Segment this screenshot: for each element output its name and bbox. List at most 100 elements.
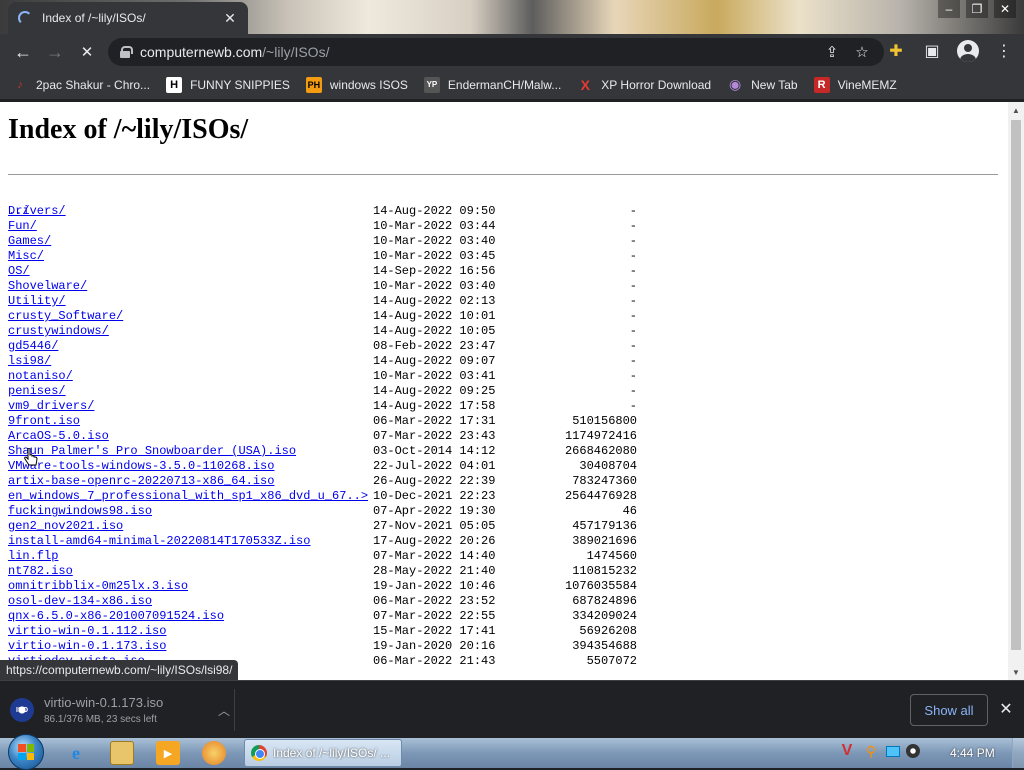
scroll-up-arrow-icon[interactable]: ▲ <box>1008 102 1024 118</box>
file-link[interactable]: virtio-win-0.1.112.iso <box>8 624 166 639</box>
download-item[interactable]: ISO virtio-win-0.1.173.iso 86.1/376 MB, … <box>10 689 235 731</box>
display-tray-icon[interactable] <box>886 745 900 757</box>
file-link[interactable]: 9front.iso <box>8 414 80 429</box>
side-panel-icon[interactable]: ▣ <box>918 37 946 65</box>
file-link[interactable]: virtio-win-0.1.173.iso <box>8 639 166 654</box>
windows-logo-icon <box>18 744 34 760</box>
table-row: vm9_drivers/14-Aug-2022 17:58 - <box>8 399 1000 414</box>
tab-index-of-isos[interactable]: Index of /~lily/ISOs/ ✕ <box>8 2 248 34</box>
bookmark-windows-isos[interactable]: PH windows ISOS <box>305 76 408 93</box>
file-link[interactable]: VMware-tools-windows-3.5.0-110268.iso <box>8 459 274 474</box>
ph-favicon-icon: PH <box>305 76 322 93</box>
bookmark-2pac[interactable]: ♪ 2pac Shakur - Chro... <box>12 77 150 93</box>
bookmark-star-icon[interactable]: ☆ <box>852 43 872 61</box>
download-progress: 86.1/376 MB, 23 secs left <box>44 714 157 725</box>
file-link[interactable]: fuckingwindows98.iso <box>8 504 152 519</box>
lock-icon[interactable] <box>120 46 133 58</box>
file-link[interactable]: nt782.iso <box>8 564 73 579</box>
file-link[interactable]: gd5446/ <box>8 339 58 354</box>
close-window-button[interactable]: ✕ <box>994 0 1016 18</box>
parent-directory-row: ../ <box>8 189 1000 218</box>
stop-loading-button[interactable]: ✕ <box>72 37 102 67</box>
profile-button[interactable] <box>954 37 982 65</box>
modified-date: 10-Mar-2022 03:40 <box>373 279 496 293</box>
file-size: - <box>629 384 637 398</box>
file-link[interactable]: Shaun Palmer's Pro Snowboarder (USA).iso <box>8 444 296 459</box>
bookmark-vinememz[interactable]: R VineMEMZ <box>813 76 897 93</box>
modified-date: 14-Aug-2022 09:50 <box>373 204 496 218</box>
file-link[interactable]: gen2_nov2021.iso <box>8 519 123 534</box>
file-size: 56926208 <box>579 624 637 638</box>
bookmark-endermanch[interactable]: YP EndermanCH/Malw... <box>423 76 561 93</box>
file-size: 2564476928 <box>564 489 637 503</box>
media-player-icon[interactable]: ▶ <box>156 741 180 765</box>
audio-tray-icon[interactable] <box>906 744 920 758</box>
table-row: virtio-win-0.1.173.iso 19-Jan-2020 20:16 3… <box>8 639 1000 654</box>
show-all-button[interactable]: Show all <box>910 694 988 726</box>
bookmark-xp-horror[interactable]: X XP Horror Download <box>577 76 712 93</box>
modified-date: 10-Dec-2021 22:23 <box>373 489 496 503</box>
file-link[interactable]: Utility/ <box>8 294 66 309</box>
x-favicon-icon: X <box>580 76 590 93</box>
file-link[interactable]: omnitribblix-0m25lx.3.iso <box>8 579 188 594</box>
url-domain: computernewb.com <box>140 44 263 60</box>
chrome-icon <box>251 745 267 761</box>
paint-icon[interactable] <box>202 741 226 765</box>
file-link[interactable]: Shovelware/ <box>8 279 87 294</box>
show-desktop-button[interactable] <box>1012 738 1024 768</box>
file-link[interactable]: penises/ <box>8 384 66 399</box>
scroll-thumb[interactable] <box>1011 120 1021 650</box>
address-bar[interactable]: computernewb.com/~lily/ISOs/ ⇪ ☆ <box>108 38 884 66</box>
menu-icon[interactable]: ⋮ <box>990 37 1018 65</box>
bookmark-label: New Tab <box>751 77 798 92</box>
file-link[interactable]: qnx-6.5.0-x86-201007091524.iso <box>8 609 224 624</box>
table-row: VMware-tools-windows-3.5.0-110268.iso 22-… <box>8 459 1000 474</box>
browser-toolbar: ← → ✕ computernewb.com/~lily/ISOs/ ⇪ ☆ ✚… <box>0 34 1024 70</box>
file-size: - <box>629 399 637 413</box>
table-row: lsi98/14-Aug-2022 09:07 - <box>8 354 1000 369</box>
modified-date: 10-Mar-2022 03:41 <box>373 369 496 383</box>
maximize-button[interactable]: ❐ <box>966 0 988 18</box>
file-link[interactable]: artix-base-openrc-20220713-x86_64.iso <box>8 474 274 489</box>
url-text[interactable]: computernewb.com/~lily/ISOs/ <box>140 44 812 60</box>
close-shelf-icon[interactable]: ✕ <box>996 699 1016 719</box>
share-icon[interactable]: ⇪ <box>822 43 842 61</box>
vertical-scrollbar[interactable]: ▲ ▼ <box>1008 102 1024 680</box>
file-link[interactable]: OS/ <box>8 264 30 279</box>
explorer-icon[interactable] <box>110 741 134 765</box>
file-link[interactable]: Drivers/ <box>8 204 66 219</box>
file-link[interactable]: Fun/ <box>8 219 37 234</box>
bookmark-funny-snippies[interactable]: H FUNNY SNIPPIES <box>166 76 290 93</box>
start-button[interactable] <box>8 734 44 770</box>
extensions-icon[interactable]: ✚ <box>882 37 910 65</box>
minimize-button[interactable]: – <box>938 0 960 18</box>
file-link[interactable]: lsi98/ <box>8 354 51 369</box>
chevron-up-icon[interactable]: ︿ <box>214 702 234 719</box>
vivaldi-tray-icon[interactable]: V <box>838 742 856 760</box>
file-link[interactable]: install-amd64-minimal-20220814T170533Z.i… <box>8 534 310 549</box>
taskbar-chrome-window[interactable]: Index of /~lily/ISOs/ ... <box>244 739 402 767</box>
ie-icon[interactable]: e <box>64 741 88 765</box>
back-button[interactable]: ← <box>8 37 38 67</box>
forward-button[interactable]: → <box>40 37 70 67</box>
file-link[interactable]: lin.flp <box>8 549 58 564</box>
table-row: artix-base-openrc-20220713-x86_64.iso 26-… <box>8 474 1000 489</box>
bookmark-new-tab[interactable]: ◉ New Tab <box>727 76 798 93</box>
file-link[interactable]: crustywindows/ <box>8 324 109 339</box>
magnifier-tray-icon[interactable]: ⚲ <box>862 742 880 760</box>
taskbar-clock[interactable]: 4:44 PM <box>950 746 995 760</box>
file-link[interactable]: vm9_drivers/ <box>8 399 94 414</box>
r-favicon-icon: R <box>813 76 830 93</box>
bookmark-label: FUNNY SNIPPIES <box>190 77 290 92</box>
file-link[interactable]: Games/ <box>8 234 51 249</box>
scroll-down-arrow-icon[interactable]: ▼ <box>1008 664 1024 680</box>
table-row: Utility/14-Aug-2022 02:13 - <box>8 294 1000 309</box>
file-link[interactable]: osol-dev-134-x86.iso <box>8 594 152 609</box>
table-row: penises/14-Aug-2022 09:25 - <box>8 384 1000 399</box>
file-link[interactable]: ArcaOS-5.0.iso <box>8 429 109 444</box>
file-link[interactable]: en_windows_7_professional_with_sp1_x86_d… <box>8 489 368 504</box>
tab-close-icon[interactable]: ✕ <box>222 10 238 27</box>
file-link[interactable]: Misc/ <box>8 249 44 264</box>
file-link[interactable]: crusty_Software/ <box>8 309 123 324</box>
file-link[interactable]: notaniso/ <box>8 369 73 384</box>
